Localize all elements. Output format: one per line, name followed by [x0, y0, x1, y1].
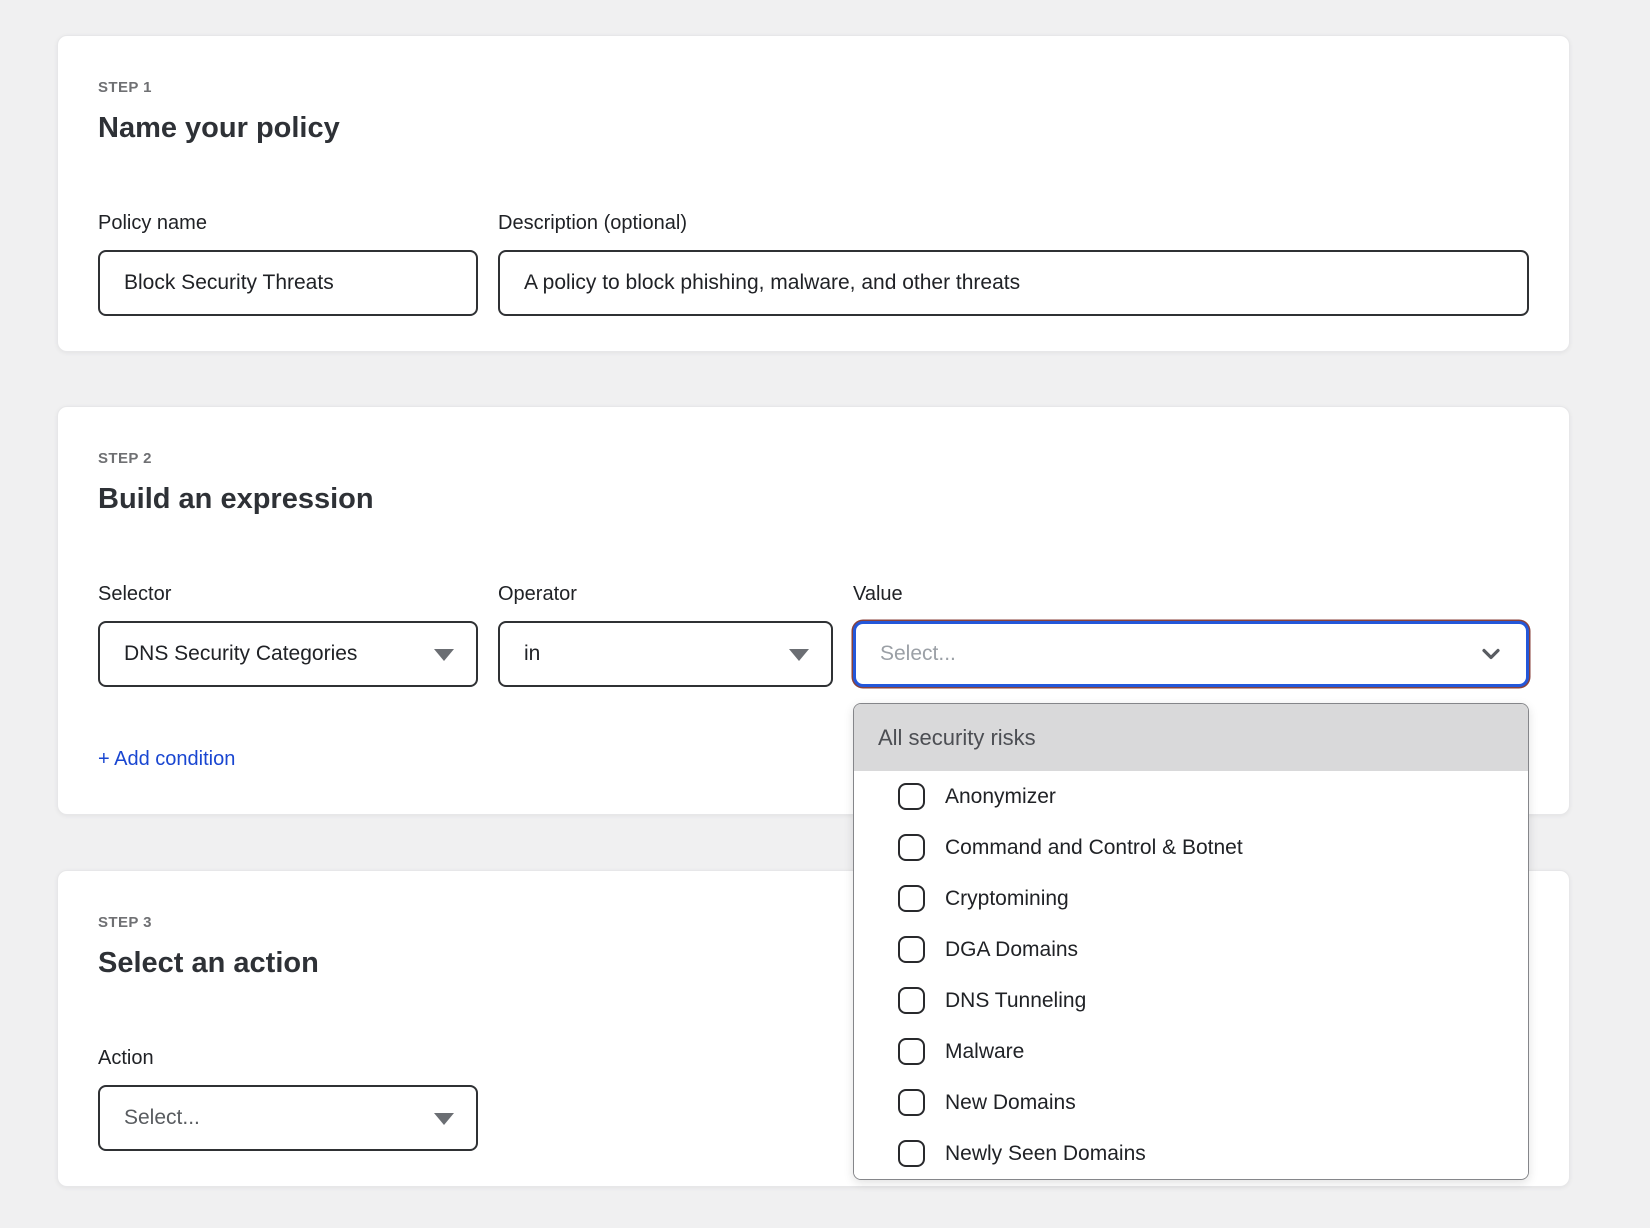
checkbox[interactable] — [898, 987, 925, 1014]
step1-title: Name your policy — [98, 112, 1529, 145]
dropdown-group-header[interactable]: All security risks — [854, 704, 1528, 771]
checkbox[interactable] — [898, 885, 925, 912]
description-label: Description (optional) — [498, 211, 1529, 235]
option-label: New Domains — [945, 1091, 1076, 1115]
step2-title: Build an expression — [98, 483, 1529, 516]
action-select[interactable]: Select... — [98, 1085, 478, 1151]
list-item[interactable]: Command and Control & Botnet — [854, 822, 1528, 873]
policy-name-label: Policy name — [98, 211, 478, 235]
list-item[interactable]: Malware — [854, 1026, 1528, 1077]
security-risk-options: Anonymizer Command and Control & Botnet … — [854, 771, 1528, 1179]
option-label: DNS Tunneling — [945, 989, 1086, 1013]
step1-label: STEP 1 — [98, 36, 1529, 96]
operator-label: Operator — [498, 582, 833, 606]
action-label: Action — [98, 1046, 478, 1070]
caret-down-icon — [434, 649, 454, 661]
option-label: Anonymizer — [945, 785, 1056, 809]
value-dropdown-menu: All security risks Anonymizer Command an… — [853, 703, 1529, 1180]
step1-card: STEP 1 Name your policy Policy name Desc… — [57, 35, 1570, 352]
option-label: DGA Domains — [945, 938, 1078, 962]
selector-select-value: DNS Security Categories — [124, 642, 357, 666]
checkbox[interactable] — [898, 936, 925, 963]
caret-down-icon — [434, 1113, 454, 1125]
option-label: Command and Control & Botnet — [945, 836, 1243, 860]
checkbox[interactable] — [898, 783, 925, 810]
caret-down-icon — [789, 649, 809, 661]
value-select-placeholder: Select... — [880, 642, 956, 666]
step2-label: STEP 2 — [98, 407, 1529, 467]
list-item[interactable]: Newly Seen Domains — [854, 1128, 1528, 1179]
list-item[interactable]: DNS Tunneling — [854, 975, 1528, 1026]
step2-card: STEP 2 Build an expression Selector DNS … — [57, 406, 1570, 815]
checkbox[interactable] — [898, 834, 925, 861]
option-label: Cryptomining — [945, 887, 1069, 911]
operator-select[interactable]: in — [498, 621, 833, 687]
policy-name-input[interactable] — [98, 250, 478, 316]
option-label: Newly Seen Domains — [945, 1142, 1146, 1166]
value-label: Value — [853, 582, 1529, 606]
operator-select-value: in — [524, 642, 540, 666]
action-select-placeholder: Select... — [124, 1106, 200, 1130]
chevron-down-icon — [1478, 641, 1504, 667]
checkbox[interactable] — [898, 1140, 925, 1167]
list-item[interactable]: DGA Domains — [854, 924, 1528, 975]
option-label: Malware — [945, 1040, 1024, 1064]
list-item[interactable]: Anonymizer — [854, 771, 1528, 822]
selector-select[interactable]: DNS Security Categories — [98, 621, 478, 687]
description-input[interactable] — [498, 250, 1529, 316]
list-item[interactable]: Cryptomining — [854, 873, 1528, 924]
add-condition-link[interactable]: + Add condition — [98, 748, 235, 771]
selector-label: Selector — [98, 582, 478, 606]
checkbox[interactable] — [898, 1038, 925, 1065]
checkbox[interactable] — [898, 1089, 925, 1116]
value-select[interactable]: Select... — [853, 621, 1529, 687]
list-item[interactable]: New Domains — [854, 1077, 1528, 1128]
